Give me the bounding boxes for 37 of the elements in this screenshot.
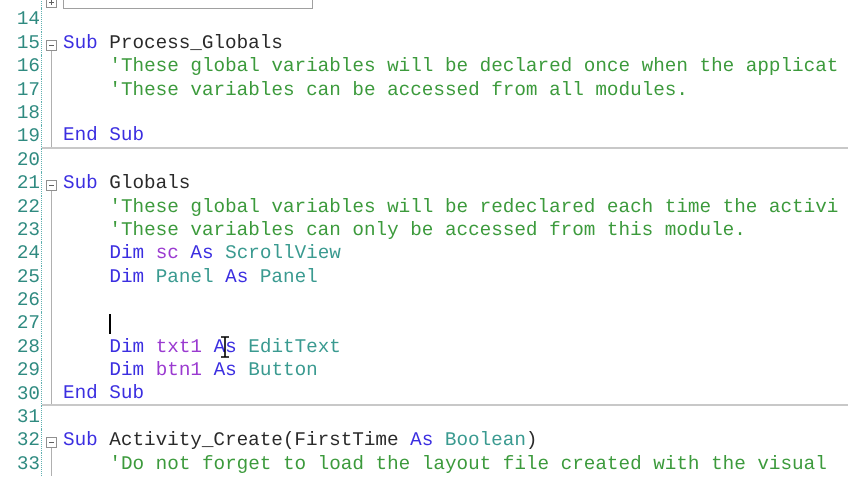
line-number: 21: [0, 172, 42, 196]
line-number: 22: [0, 196, 42, 219]
collapse-icon[interactable]: [46, 180, 57, 192]
line-number: 15: [0, 32, 42, 56]
collapse-icon[interactable]: [46, 40, 57, 51]
line-number: 20: [0, 148, 42, 172]
line-number: 26: [0, 289, 42, 312]
line-number: 31: [0, 406, 42, 430]
line-number: 33: [0, 452, 42, 476]
code-line: Dim Panel As Panel: [109, 266, 318, 290]
line-number: 19: [0, 125, 42, 149]
collapse-icon[interactable]: [46, 437, 57, 448]
line-number: 18: [0, 102, 42, 126]
line-number: 17: [0, 78, 42, 102]
line-number: 28: [0, 336, 42, 360]
line-number: 32: [0, 429, 42, 453]
line-number: 16: [0, 55, 42, 79]
expand-icon[interactable]: [46, 0, 57, 8]
line-number: 25: [0, 266, 42, 290]
line-number: 29: [0, 359, 42, 383]
code-line: 'These global variables will be declared once when the applicat: [109, 55, 838, 79]
code-line: Dim btn1 As Button: [109, 359, 318, 383]
code-line: End Sub: [63, 124, 144, 148]
code-line: 'Do not forget to load the layout file created with the visual: [109, 452, 827, 476]
code-line: Sub Globals: [63, 172, 190, 196]
code-line: Dim sc As ScrollView: [109, 242, 341, 266]
line-number: 14: [0, 8, 42, 32]
code-line: End Sub: [63, 382, 144, 406]
line-number: 27: [0, 312, 42, 336]
code-line: Sub Activity_Create(FirstTime As Boolean): [63, 429, 538, 453]
code-line: 'These variables can only be accessed from this module.: [109, 218, 746, 242]
line-number: 30: [0, 382, 42, 406]
line-number: 23: [0, 218, 42, 242]
code-line: 'These variables can be accessed from all modules.: [109, 78, 688, 102]
code-line: 'These global variables will be redeclared each time the activi: [109, 196, 838, 219]
code-line: Sub Process_Globals: [63, 32, 283, 56]
line-number: 24: [0, 242, 42, 266]
